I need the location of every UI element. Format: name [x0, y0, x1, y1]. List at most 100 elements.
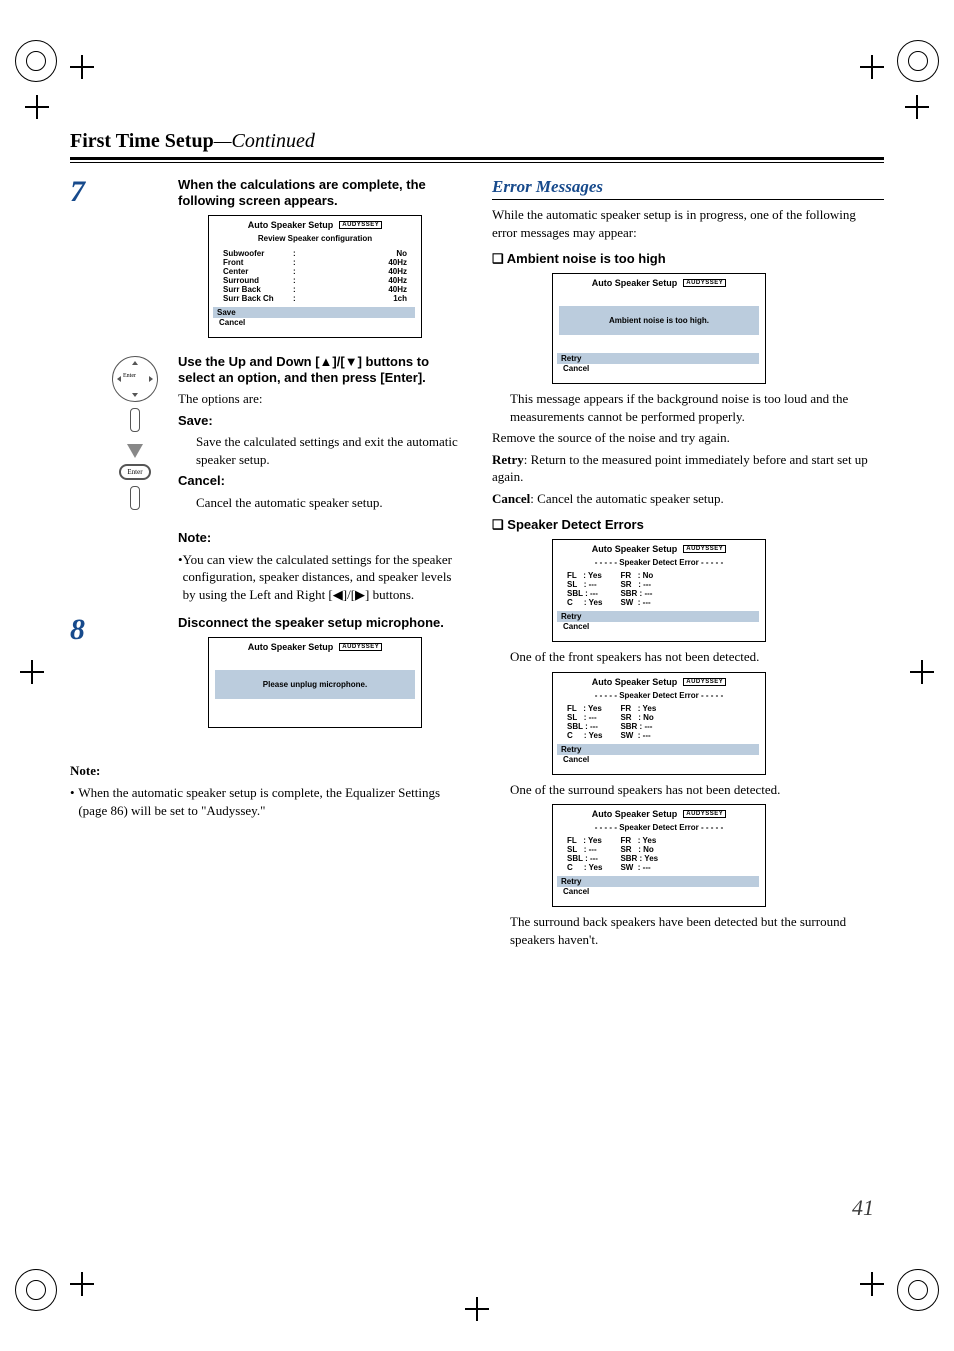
cfg-sep: : — [293, 249, 313, 258]
cfg-value: 40Hz — [313, 267, 407, 276]
osd-detect-grid: FL : Yes SL : --- SBL : --- C : Yes FR :… — [567, 704, 751, 740]
detect-value: SR : --- — [620, 580, 653, 589]
note-text: When the automatic speaker setup is comp… — [78, 784, 462, 819]
title-continued: —Continued — [214, 130, 315, 152]
audyssey-badge: AUDYSSEY — [339, 643, 382, 651]
registration-mark-icon — [910, 660, 934, 684]
content-columns: 7 When the calculations are complete, th… — [70, 177, 884, 953]
audyssey-badge: AUDYSSEY — [683, 545, 726, 553]
osd-title: Auto Speaker Setup — [592, 278, 678, 288]
manual-page: First Time Setup—Continued 7 When the ca… — [0, 0, 954, 1351]
detect-value: SL : --- — [567, 713, 602, 722]
audyssey-badge: AUDYSSEY — [339, 221, 382, 229]
crop-mark-icon — [897, 1269, 939, 1311]
detect-value: FR : Yes — [620, 704, 656, 713]
osd-title: Auto Speaker Setup — [248, 642, 334, 652]
detect-value: SBR : Yes — [620, 854, 658, 863]
osd-title: Auto Speaker Setup — [248, 220, 334, 230]
step-7-continued: Enter Use the Up and Down [▲]/[▼] button… — [70, 354, 462, 607]
bullet: • — [70, 784, 78, 819]
detect-value: SBL : --- — [567, 589, 602, 598]
right-column: Error Messages While the automatic speak… — [492, 177, 884, 953]
osd-cancel-option: Cancel — [559, 622, 759, 631]
osd-retry-option: Retry — [557, 744, 759, 755]
osd-review-config: Auto Speaker Setup AUDYSSEY Review Speak… — [208, 215, 422, 338]
osd-error-subtitle: - - - - - Speaker Detect Error - - - - - — [559, 691, 759, 700]
osd-config-table: Subwoofer:No Front:40Hz Center:40Hz Surr… — [223, 249, 407, 303]
divider — [70, 162, 884, 163]
cfg-label: Surr Back — [223, 285, 293, 294]
ambient-paragraph-1: This message appears if the background n… — [510, 390, 884, 425]
retry-label: Retry — [492, 452, 524, 467]
arrow-down-icon — [132, 393, 138, 397]
osd-message: Ambient noise is too high. — [559, 306, 759, 335]
detect-value: FL : Yes — [567, 704, 602, 713]
hand-press-icon — [122, 408, 148, 438]
registration-mark-icon — [25, 95, 49, 119]
step-7: 7 When the calculations are complete, th… — [70, 177, 462, 344]
step-instruction: Use the Up and Down [▲]/[▼] buttons to s… — [178, 354, 429, 385]
note-heading: Note: — [70, 763, 100, 778]
osd-cancel-option: Cancel — [215, 318, 415, 327]
retry-text: : Return to the measured point immediate… — [492, 452, 868, 485]
step-intro: When the calculations are complete, the … — [178, 177, 426, 208]
osd-cancel-option: Cancel — [559, 364, 759, 373]
detect-value: SBR : --- — [620, 722, 656, 731]
detect-value: FR : Yes — [620, 836, 658, 845]
detect-value: SL : --- — [567, 580, 602, 589]
heading-speaker-detect: Speaker Detect Errors — [492, 517, 884, 533]
title-main: First Time Setup — [70, 130, 214, 152]
page-number: 41 — [852, 1195, 874, 1221]
osd-ambient-noise: Auto Speaker Setup AUDYSSEY Ambient nois… — [552, 273, 766, 384]
detect-value: SL : --- — [567, 845, 602, 854]
cancel-label: Cancel — [492, 491, 530, 506]
detect-value: SW : --- — [620, 863, 658, 872]
remote-illustration: Enter — [108, 356, 162, 516]
crop-mark-icon — [15, 1269, 57, 1311]
cfg-label: Subwoofer — [223, 249, 293, 258]
detect-value: C : Yes — [567, 731, 602, 740]
registration-mark-icon — [465, 1297, 489, 1321]
osd-speaker-detect-3: Auto Speaker Setup AUDYSSEY - - - - - Sp… — [552, 804, 766, 907]
osd-error-subtitle: - - - - - Speaker Detect Error - - - - - — [559, 558, 759, 567]
detect-value: FL : Yes — [567, 571, 602, 580]
cfg-value: 40Hz — [313, 258, 407, 267]
detect-value: SR : No — [620, 713, 656, 722]
crop-mark-icon — [15, 40, 57, 82]
osd-speaker-detect-1: Auto Speaker Setup AUDYSSEY - - - - - Sp… — [552, 539, 766, 642]
divider — [70, 157, 884, 160]
cfg-label: Surr Back Ch — [223, 294, 293, 303]
osd-detect-grid: FL : Yes SL : --- SBL : --- C : Yes FR :… — [567, 571, 751, 607]
detect-caption-2: One of the surround speakers has not bee… — [510, 781, 884, 799]
save-heading: Save: — [178, 413, 213, 428]
heading-ambient-noise: Ambient noise is too high — [492, 251, 884, 267]
dpad-icon — [112, 356, 158, 402]
section-error-messages: Error Messages — [492, 177, 884, 200]
osd-subtitle: Review Speaker configuration — [215, 234, 415, 243]
arrow-up-icon — [132, 361, 138, 365]
crop-mark-icon — [897, 40, 939, 82]
ambient-paragraph-2: Remove the source of the noise and try a… — [492, 429, 884, 447]
left-column: 7 When the calculations are complete, th… — [70, 177, 462, 953]
osd-title: Auto Speaker Setup — [592, 544, 678, 554]
cfg-sep: : — [293, 276, 313, 285]
detect-value: SBL : --- — [567, 854, 602, 863]
hand-press-icon — [122, 486, 148, 516]
cfg-sep: : — [293, 267, 313, 276]
detect-value: SR : No — [620, 845, 658, 854]
detect-caption-3: The surround back speakers have been det… — [510, 913, 884, 948]
cfg-label: Front — [223, 258, 293, 267]
step-number: 7 — [70, 177, 108, 344]
note-text: You can view the calculated settings for… — [183, 551, 462, 604]
osd-detect-grid: FL : Yes SL : --- SBL : --- C : Yes FR :… — [567, 836, 751, 872]
detect-value: C : Yes — [567, 598, 602, 607]
registration-mark-icon — [20, 660, 44, 684]
osd-retry-option: Retry — [557, 876, 759, 887]
page-title: First Time Setup—Continued — [70, 130, 884, 153]
audyssey-badge: AUDYSSEY — [683, 810, 726, 818]
osd-title: Auto Speaker Setup — [592, 677, 678, 687]
osd-message: Please unplug microphone. — [215, 670, 415, 699]
audyssey-badge: AUDYSSEY — [683, 678, 726, 686]
osd-retry-option: Retry — [557, 611, 759, 622]
arrow-right-icon — [149, 376, 153, 382]
